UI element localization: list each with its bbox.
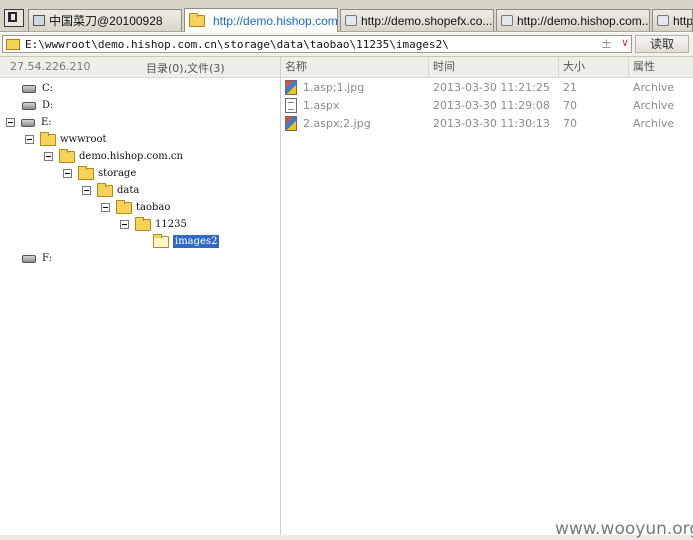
directory-pane: 27.54.226.210 目录(0),文件(3) C: D: E: wwwro… xyxy=(0,57,281,535)
collapse-icon[interactable] xyxy=(82,186,91,195)
tree-node-label: storage xyxy=(98,168,137,179)
file-size: 70 xyxy=(563,117,577,130)
folder-icon xyxy=(6,39,20,50)
tree-node-demo-hishop[interactable]: demo.hishop.com.cn xyxy=(44,148,183,164)
folder-icon xyxy=(135,216,151,231)
file-attributes: Archive xyxy=(633,81,675,94)
address-bar: E:\wwwroot\demo.hishop.com.cn\storage\da… xyxy=(0,33,693,57)
tree-node-images2[interactable]: images2 xyxy=(153,233,220,249)
file-name: 2.aspx;2.jpg xyxy=(303,117,371,130)
webpage-icon xyxy=(657,15,669,26)
directory-header: 27.54.226.210 目录(0),文件(3) xyxy=(0,57,280,78)
tree-node-c[interactable]: C: xyxy=(22,81,53,96)
drive-icon xyxy=(22,84,36,93)
window-icon xyxy=(33,15,45,26)
tree-node-label: taobao xyxy=(136,202,171,213)
file-list-pane: 名称 时间 大小 属性 1.asp;1.jpg 2013-03-30 11:21… xyxy=(281,57,693,535)
chevron-down-icon[interactable]: ∨ xyxy=(621,36,629,49)
text-file-icon xyxy=(285,98,297,113)
tree-node-label: images2 xyxy=(173,235,220,248)
collapse-icon[interactable] xyxy=(101,203,110,212)
tree-node-d[interactable]: D: xyxy=(22,98,53,113)
image-file-icon xyxy=(285,80,297,95)
path-text: E:\wwwroot\demo.hishop.com.cn\storage\da… xyxy=(25,38,449,51)
history-icon[interactable]: ± xyxy=(601,37,612,52)
image-file-icon xyxy=(285,116,297,131)
drive-icon xyxy=(21,118,35,127)
tab-label: http xyxy=(673,13,693,28)
column-name[interactable]: 名称 xyxy=(281,57,429,77)
tree-node-storage[interactable]: storage xyxy=(63,165,137,181)
tree-node-wwwroot[interactable]: wwwroot xyxy=(25,131,107,147)
folder-icon xyxy=(189,12,205,27)
tree-node-label: E: xyxy=(41,117,52,128)
tab-home[interactable]: 中国菜刀@20100928 xyxy=(28,9,182,31)
tree-node-data[interactable]: data xyxy=(82,182,140,198)
column-size[interactable]: 大小 xyxy=(559,57,629,77)
tab-bar: 中国菜刀@20100928 http://demo.hishop.com....… xyxy=(0,0,693,32)
column-time[interactable]: 时间 xyxy=(429,57,559,77)
file-list-header: 名称 时间 大小 属性 xyxy=(281,57,693,78)
collapse-icon[interactable] xyxy=(63,169,72,178)
file-row[interactable]: 1.aspx 2013-03-30 11:29:08 70 Archive xyxy=(281,97,693,115)
tree-node-label: C: xyxy=(42,83,54,94)
collapse-icon[interactable] xyxy=(120,220,129,229)
tree-node-label: F: xyxy=(42,253,52,264)
drive-icon xyxy=(22,101,36,110)
collapse-icon[interactable] xyxy=(6,118,15,127)
tree-node-label: wwwroot xyxy=(60,134,107,145)
folder-icon xyxy=(97,182,113,197)
tab-file-manager[interactable]: http://demo.hishop.com.... xyxy=(184,8,338,32)
collapse-icon[interactable] xyxy=(44,152,53,161)
tree-node-e[interactable]: E: xyxy=(6,115,52,130)
webpage-icon xyxy=(345,15,357,26)
file-name: 1.aspx xyxy=(303,99,340,112)
file-time: 2013-03-30 11:29:08 xyxy=(433,99,550,112)
file-size: 70 xyxy=(563,99,577,112)
folder-icon xyxy=(78,165,94,180)
tree-node-label: 11235 xyxy=(155,219,187,230)
tree-node-label: D: xyxy=(42,100,54,111)
path-input[interactable]: E:\wwwroot\demo.hishop.com.cn\storage\da… xyxy=(2,35,632,53)
watermark: www.wooyun.org xyxy=(555,519,693,539)
folder-icon xyxy=(116,199,132,214)
app-menu-button[interactable] xyxy=(4,9,24,27)
tree-node-11235[interactable]: 11235 xyxy=(120,216,187,232)
file-time: 2013-03-30 11:30:13 xyxy=(433,117,550,130)
file-size: 21 xyxy=(563,81,577,94)
file-time: 2013-03-30 11:21:25 xyxy=(433,81,550,94)
folder-icon xyxy=(40,131,56,146)
tab-overflow[interactable]: http xyxy=(652,9,693,31)
tree-node-label: data xyxy=(117,185,140,196)
column-attributes[interactable]: 属性 xyxy=(629,57,693,77)
item-count: 目录(0),文件(3) xyxy=(146,62,225,75)
drive-icon xyxy=(22,254,36,263)
tab-label: http://demo.hishop.com.... xyxy=(517,13,650,28)
file-row[interactable]: 2.aspx;2.jpg 2013-03-30 11:30:13 70 Arch… xyxy=(281,115,693,133)
folder-icon xyxy=(59,148,75,163)
server-ip: 27.54.226.210 xyxy=(10,60,91,73)
tab-label: 中国菜刀@20100928 xyxy=(49,14,163,28)
collapse-icon[interactable] xyxy=(25,135,34,144)
tree-node-taobao[interactable]: taobao xyxy=(101,199,171,215)
file-attributes: Archive xyxy=(633,117,675,130)
tab-label: http://demo.hishop.com.... xyxy=(213,13,338,28)
tab-hishop[interactable]: http://demo.hishop.com.... xyxy=(496,9,650,31)
tree-node-f[interactable]: F: xyxy=(22,251,52,266)
open-folder-icon xyxy=(153,233,169,248)
webpage-icon xyxy=(501,15,513,26)
file-attributes: Archive xyxy=(633,99,675,112)
tab-shopefx[interactable]: http://demo.shopefx.co... xyxy=(340,9,494,31)
read-button[interactable]: 读取 xyxy=(635,35,689,53)
tab-label: http://demo.shopefx.co... xyxy=(361,13,493,28)
tree-node-label: demo.hishop.com.cn xyxy=(79,151,183,162)
file-row[interactable]: 1.asp;1.jpg 2013-03-30 11:21:25 21 Archi… xyxy=(281,79,693,97)
file-name: 1.asp;1.jpg xyxy=(303,81,365,94)
